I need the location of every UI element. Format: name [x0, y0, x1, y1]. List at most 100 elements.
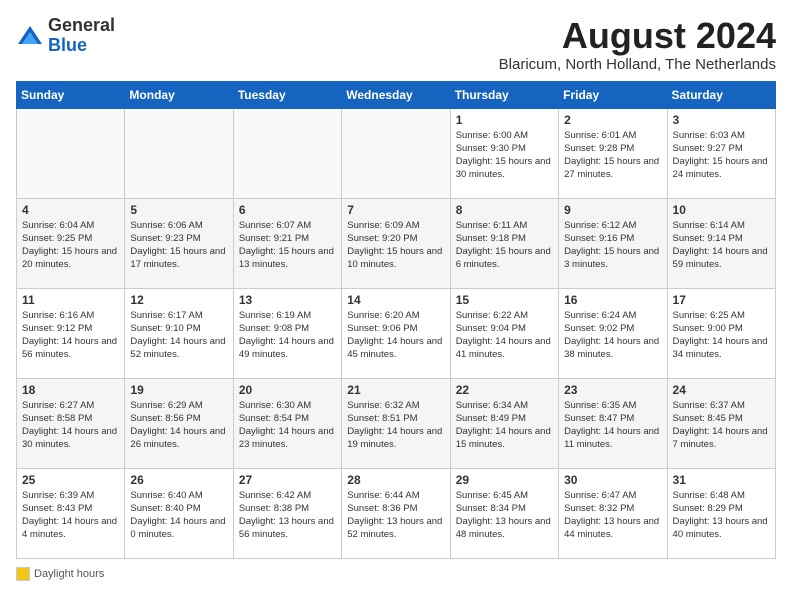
- day-number: 6: [239, 203, 336, 217]
- day-number: 17: [673, 293, 770, 307]
- calendar-week-row: 18 Sunrise: 6:27 AMSunset: 8:58 PMDaylig…: [17, 378, 776, 468]
- day-info: Sunrise: 6:45 AMSunset: 8:34 PMDaylight:…: [456, 490, 551, 541]
- legend-item-daylight: Daylight hours: [16, 567, 104, 581]
- day-info: Sunrise: 6:22 AMSunset: 9:04 PMDaylight:…: [456, 310, 551, 361]
- day-number: 11: [22, 293, 119, 307]
- day-number: 19: [130, 383, 227, 397]
- day-info: Sunrise: 6:44 AMSunset: 8:36 PMDaylight:…: [347, 490, 442, 541]
- calendar-day-cell: 1 Sunrise: 6:00 AMSunset: 9:30 PMDayligh…: [450, 108, 558, 198]
- day-number: 15: [456, 293, 553, 307]
- day-number: 26: [130, 473, 227, 487]
- calendar-day-cell: 30 Sunrise: 6:47 AMSunset: 8:32 PMDaylig…: [559, 468, 667, 558]
- calendar-day-cell: 9 Sunrise: 6:12 AMSunset: 9:16 PMDayligh…: [559, 198, 667, 288]
- calendar-day-cell: 22 Sunrise: 6:34 AMSunset: 8:49 PMDaylig…: [450, 378, 558, 468]
- calendar-day-cell: 3 Sunrise: 6:03 AMSunset: 9:27 PMDayligh…: [667, 108, 775, 198]
- calendar-week-row: 4 Sunrise: 6:04 AMSunset: 9:25 PMDayligh…: [17, 198, 776, 288]
- day-info: Sunrise: 6:27 AMSunset: 8:58 PMDaylight:…: [22, 400, 117, 451]
- calendar-week-row: 25 Sunrise: 6:39 AMSunset: 8:43 PMDaylig…: [17, 468, 776, 558]
- calendar-day-cell: 25 Sunrise: 6:39 AMSunset: 8:43 PMDaylig…: [17, 468, 125, 558]
- day-number: 28: [347, 473, 444, 487]
- calendar-day-cell: 7 Sunrise: 6:09 AMSunset: 9:20 PMDayligh…: [342, 198, 450, 288]
- day-number: 29: [456, 473, 553, 487]
- legend-label: Daylight hours: [34, 568, 104, 580]
- day-number: 14: [347, 293, 444, 307]
- calendar-day-cell: 11 Sunrise: 6:16 AMSunset: 9:12 PMDaylig…: [17, 288, 125, 378]
- calendar-day-cell: 28 Sunrise: 6:44 AMSunset: 8:36 PMDaylig…: [342, 468, 450, 558]
- day-number: 30: [564, 473, 661, 487]
- day-number: 21: [347, 383, 444, 397]
- day-info: Sunrise: 6:06 AMSunset: 9:23 PMDaylight:…: [130, 220, 225, 271]
- day-number: 7: [347, 203, 444, 217]
- weekday-header-friday: Friday: [559, 81, 667, 108]
- legend-color-box: [16, 567, 30, 581]
- day-number: 8: [456, 203, 553, 217]
- weekday-header-tuesday: Tuesday: [233, 81, 341, 108]
- day-number: 10: [673, 203, 770, 217]
- calendar-table: SundayMondayTuesdayWednesdayThursdayFrid…: [16, 81, 776, 559]
- calendar-day-cell: 31 Sunrise: 6:48 AMSunset: 8:29 PMDaylig…: [667, 468, 775, 558]
- logo: General Blue: [16, 16, 115, 56]
- calendar-day-cell: 29 Sunrise: 6:45 AMSunset: 8:34 PMDaylig…: [450, 468, 558, 558]
- calendar-day-cell: 5 Sunrise: 6:06 AMSunset: 9:23 PMDayligh…: [125, 198, 233, 288]
- day-info: Sunrise: 6:03 AMSunset: 9:27 PMDaylight:…: [673, 130, 768, 181]
- calendar-day-cell: 4 Sunrise: 6:04 AMSunset: 9:25 PMDayligh…: [17, 198, 125, 288]
- day-number: 2: [564, 113, 661, 127]
- calendar-day-cell: 10 Sunrise: 6:14 AMSunset: 9:14 PMDaylig…: [667, 198, 775, 288]
- day-number: 24: [673, 383, 770, 397]
- day-number: 27: [239, 473, 336, 487]
- calendar-day-cell: 16 Sunrise: 6:24 AMSunset: 9:02 PMDaylig…: [559, 288, 667, 378]
- calendar-day-cell: 8 Sunrise: 6:11 AMSunset: 9:18 PMDayligh…: [450, 198, 558, 288]
- day-number: 3: [673, 113, 770, 127]
- weekday-header-monday: Monday: [125, 81, 233, 108]
- day-info: Sunrise: 6:04 AMSunset: 9:25 PMDaylight:…: [22, 220, 117, 271]
- day-info: Sunrise: 6:00 AMSunset: 9:30 PMDaylight:…: [456, 130, 551, 181]
- calendar-day-cell: 2 Sunrise: 6:01 AMSunset: 9:28 PMDayligh…: [559, 108, 667, 198]
- day-info: Sunrise: 6:14 AMSunset: 9:14 PMDaylight:…: [673, 220, 768, 271]
- day-info: Sunrise: 6:42 AMSunset: 8:38 PMDaylight:…: [239, 490, 334, 541]
- calendar-day-cell: 14 Sunrise: 6:20 AMSunset: 9:06 PMDaylig…: [342, 288, 450, 378]
- calendar-day-cell: [17, 108, 125, 198]
- day-info: Sunrise: 6:32 AMSunset: 8:51 PMDaylight:…: [347, 400, 442, 451]
- day-info: Sunrise: 6:29 AMSunset: 8:56 PMDaylight:…: [130, 400, 225, 451]
- day-info: Sunrise: 6:19 AMSunset: 9:08 PMDaylight:…: [239, 310, 334, 361]
- day-number: 4: [22, 203, 119, 217]
- calendar-day-cell: 15 Sunrise: 6:22 AMSunset: 9:04 PMDaylig…: [450, 288, 558, 378]
- calendar-day-cell: 18 Sunrise: 6:27 AMSunset: 8:58 PMDaylig…: [17, 378, 125, 468]
- weekday-header-wednesday: Wednesday: [342, 81, 450, 108]
- day-number: 22: [456, 383, 553, 397]
- day-number: 25: [22, 473, 119, 487]
- day-info: Sunrise: 6:17 AMSunset: 9:10 PMDaylight:…: [130, 310, 225, 361]
- day-info: Sunrise: 6:30 AMSunset: 8:54 PMDaylight:…: [239, 400, 334, 451]
- day-info: Sunrise: 6:20 AMSunset: 9:06 PMDaylight:…: [347, 310, 442, 361]
- day-info: Sunrise: 6:39 AMSunset: 8:43 PMDaylight:…: [22, 490, 117, 541]
- day-info: Sunrise: 6:35 AMSunset: 8:47 PMDaylight:…: [564, 400, 659, 451]
- day-info: Sunrise: 6:12 AMSunset: 9:16 PMDaylight:…: [564, 220, 659, 271]
- calendar-day-cell: 27 Sunrise: 6:42 AMSunset: 8:38 PMDaylig…: [233, 468, 341, 558]
- day-info: Sunrise: 6:47 AMSunset: 8:32 PMDaylight:…: [564, 490, 659, 541]
- day-info: Sunrise: 6:34 AMSunset: 8:49 PMDaylight:…: [456, 400, 551, 451]
- weekday-header-sunday: Sunday: [17, 81, 125, 108]
- day-info: Sunrise: 6:07 AMSunset: 9:21 PMDaylight:…: [239, 220, 334, 271]
- day-info: Sunrise: 6:25 AMSunset: 9:00 PMDaylight:…: [673, 310, 768, 361]
- calendar-day-cell: 24 Sunrise: 6:37 AMSunset: 8:45 PMDaylig…: [667, 378, 775, 468]
- calendar-day-cell: 19 Sunrise: 6:29 AMSunset: 8:56 PMDaylig…: [125, 378, 233, 468]
- weekday-header-thursday: Thursday: [450, 81, 558, 108]
- day-number: 20: [239, 383, 336, 397]
- legend: Daylight hours: [16, 567, 776, 584]
- day-number: 18: [22, 383, 119, 397]
- calendar-day-cell: 26 Sunrise: 6:40 AMSunset: 8:40 PMDaylig…: [125, 468, 233, 558]
- day-number: 16: [564, 293, 661, 307]
- calendar-day-cell: 20 Sunrise: 6:30 AMSunset: 8:54 PMDaylig…: [233, 378, 341, 468]
- calendar-week-row: 11 Sunrise: 6:16 AMSunset: 9:12 PMDaylig…: [17, 288, 776, 378]
- day-number: 9: [564, 203, 661, 217]
- calendar-day-cell: 13 Sunrise: 6:19 AMSunset: 9:08 PMDaylig…: [233, 288, 341, 378]
- calendar-day-cell: [342, 108, 450, 198]
- calendar-day-cell: 23 Sunrise: 6:35 AMSunset: 8:47 PMDaylig…: [559, 378, 667, 468]
- weekday-header-saturday: Saturday: [667, 81, 775, 108]
- logo-icon: [16, 22, 44, 50]
- day-info: Sunrise: 6:40 AMSunset: 8:40 PMDaylight:…: [130, 490, 225, 541]
- day-info: Sunrise: 6:16 AMSunset: 9:12 PMDaylight:…: [22, 310, 117, 361]
- calendar-day-cell: 21 Sunrise: 6:32 AMSunset: 8:51 PMDaylig…: [342, 378, 450, 468]
- calendar-day-cell: 6 Sunrise: 6:07 AMSunset: 9:21 PMDayligh…: [233, 198, 341, 288]
- day-number: 23: [564, 383, 661, 397]
